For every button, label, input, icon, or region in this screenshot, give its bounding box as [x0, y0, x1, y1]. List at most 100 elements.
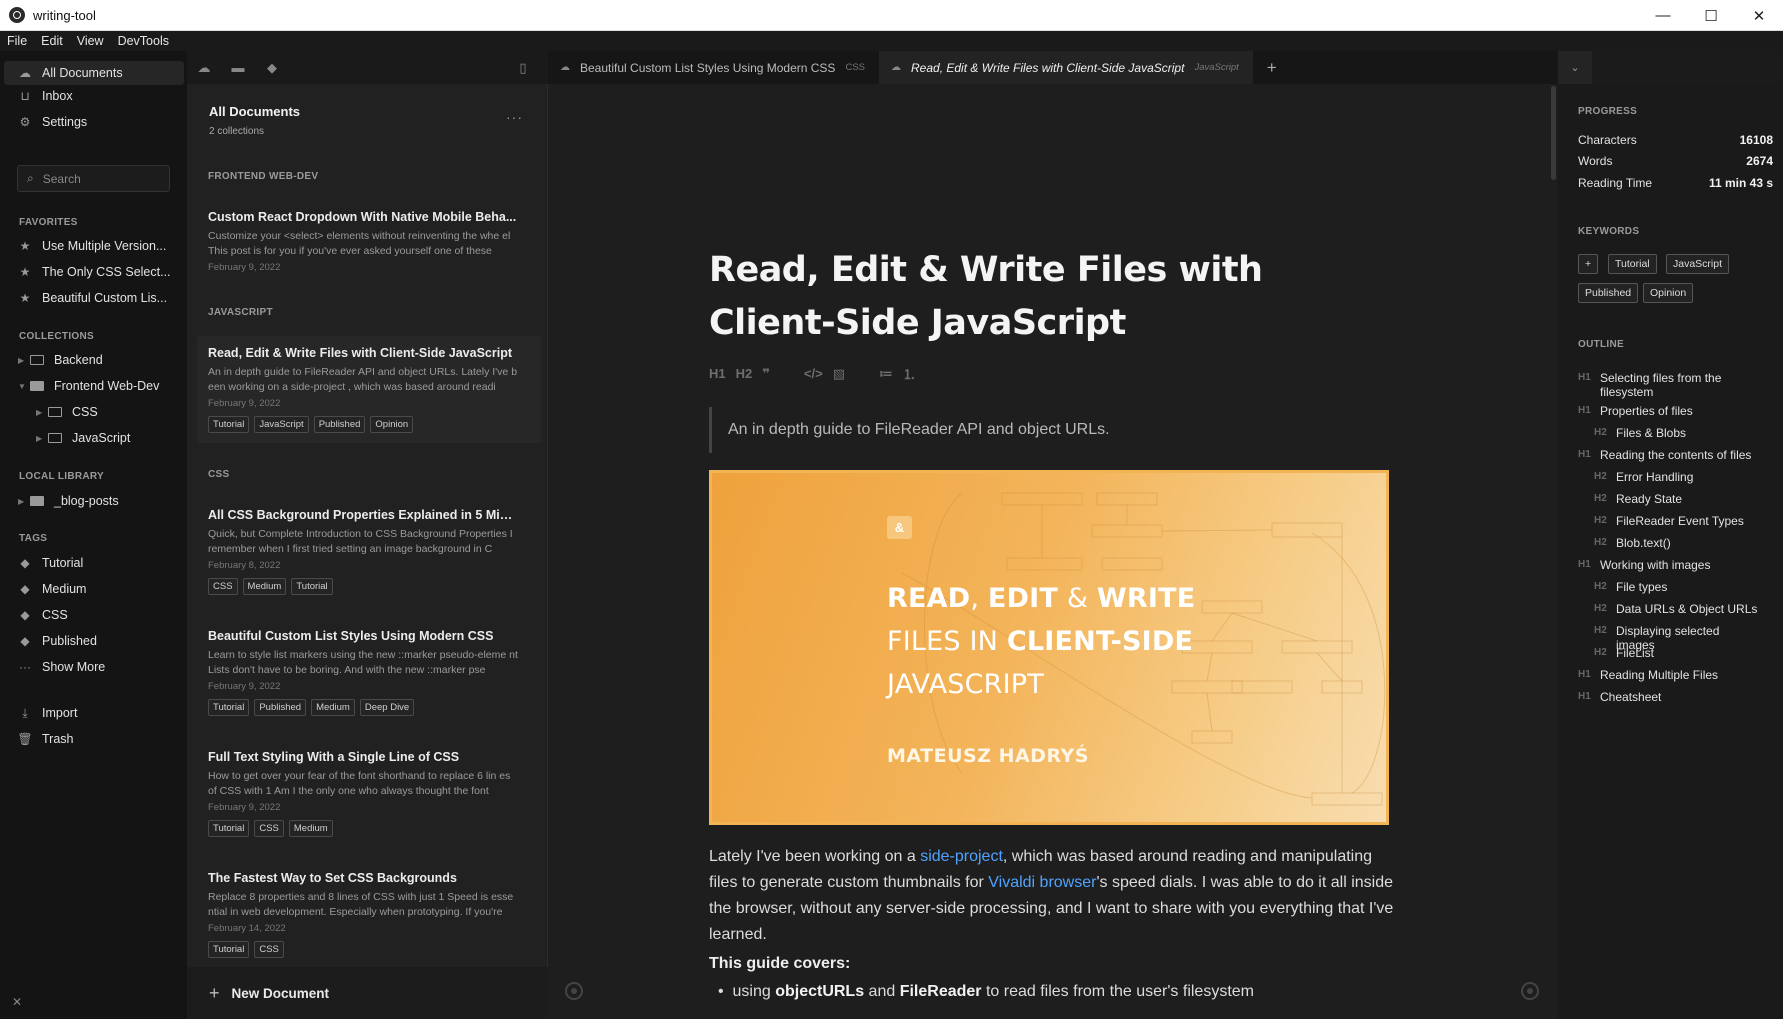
outline-item[interactable]: H2 FileList	[1594, 646, 1758, 660]
add-tab-button[interactable]: +	[1267, 58, 1277, 78]
collection-javascript[interactable]: ▶ JavaScript	[36, 428, 130, 448]
sidebar-item-inbox[interactable]: ⊔ Inbox	[18, 86, 72, 106]
import-button[interactable]: ⤓ Import	[18, 703, 77, 723]
sidebar-toggle-icon[interactable]: ▯	[506, 60, 540, 76]
code-icon[interactable]: </>	[804, 366, 823, 381]
keyword-chip[interactable]: Tutorial	[1608, 254, 1657, 274]
side-project-link[interactable]: side-project	[920, 848, 1003, 865]
tag-chip[interactable]: Medium	[288, 820, 333, 837]
outline-item[interactable]: H2 Data URLs & Object URLs	[1594, 602, 1758, 616]
tab-read-edit-write-files[interactable]: ☁ Read, Edit & Write Files with Client-S…	[879, 51, 1253, 84]
tag-chip[interactable]: CSS	[208, 578, 238, 595]
outline-item[interactable]: H1 Reading Multiple Files	[1578, 668, 1758, 682]
tag-chip[interactable]: Tutorial	[208, 820, 250, 837]
outline-item[interactable]: H1 Working with images	[1578, 558, 1758, 572]
tag-chip[interactable]: Published	[313, 416, 366, 433]
favorite-item[interactable]: ★ Use Multiple Version...	[18, 236, 167, 256]
document-card[interactable]: Custom React Dropdown With Native Mobile…	[197, 200, 541, 283]
maximize-button[interactable]: ☐	[1687, 0, 1735, 31]
keyword-chip[interactable]: Opinion	[1643, 283, 1694, 303]
more-options-icon[interactable]: ···	[506, 109, 523, 125]
document-card[interactable]: The Fastest Way to Set CSS Backgrounds R…	[197, 861, 541, 968]
sidebar-tag[interactable]: ◆ CSS	[18, 605, 67, 625]
search-input[interactable]	[42, 171, 153, 186]
tag-chip[interactable]: JavaScript	[254, 416, 309, 433]
blockquote[interactable]: An in depth guide to FileReader API and …	[709, 407, 1389, 453]
outline-item[interactable]: H2 File types	[1594, 580, 1758, 594]
keyword-chip[interactable]: Published	[1578, 283, 1639, 303]
list-item[interactable]: • using objectURLs and FileReader to rea…	[718, 983, 1254, 1001]
chevron-right-icon[interactable]: ▶	[18, 356, 30, 365]
image-icon[interactable]: ▧	[833, 366, 845, 382]
tag-chip[interactable]: Tutorial	[208, 941, 250, 958]
document-card[interactable]: Full Text Styling With a Single Line of …	[197, 740, 541, 847]
outline-item[interactable]: H2 Blob.text()	[1594, 536, 1758, 550]
quote-icon[interactable]: ❞	[762, 366, 770, 382]
tag-chip[interactable]: Medium	[311, 699, 355, 716]
tag-icon[interactable]: ◆	[255, 60, 289, 76]
new-document-button[interactable]: + New Document	[187, 967, 548, 1019]
sidebar-tag[interactable]: ◆ Medium	[18, 579, 86, 599]
focus-mode-button[interactable]	[565, 982, 583, 1000]
sidebar-item-all-documents[interactable]: ☁ All Documents	[4, 61, 184, 85]
show-more-button[interactable]: ··· Show More	[18, 657, 105, 677]
menu-devtools[interactable]: DevTools	[111, 31, 176, 51]
tag-chip[interactable]: Medium	[242, 578, 287, 595]
sidebar-tag[interactable]: ◆ Published	[18, 631, 97, 651]
local-folder-blog-posts[interactable]: ▶ _blog-posts	[18, 491, 119, 511]
outline-item[interactable]: H1 Cheatsheet	[1578, 690, 1758, 704]
outline-item[interactable]: H2 Ready State	[1594, 492, 1758, 506]
document-card[interactable]: Read, Edit & Write Files with Client-Sid…	[197, 336, 541, 443]
outline-item[interactable]: H2 FileReader Event Types	[1594, 514, 1758, 528]
editor[interactable]: Read, Edit & Write Files with Client-Sid…	[548, 84, 1558, 1019]
collection-css[interactable]: ▶ CSS	[36, 402, 98, 422]
tag-chip[interactable]: Tutorial	[208, 699, 250, 716]
tools-icon[interactable]: ✕	[0, 985, 34, 1019]
chevron-down-icon[interactable]: ▼	[18, 382, 30, 391]
outline-item[interactable]: H2 Files & Blobs	[1594, 426, 1758, 440]
status-indicator-button[interactable]	[1521, 982, 1539, 1000]
add-keyword-button[interactable]: +	[1578, 254, 1599, 274]
cloud-icon[interactable]: ☁	[187, 60, 221, 76]
vivaldi-browser-link[interactable]: Vivaldi browser	[988, 874, 1096, 891]
keyword-chip[interactable]: JavaScript	[1666, 254, 1730, 274]
menu-edit[interactable]: Edit	[34, 31, 70, 51]
tag-chip[interactable]: Tutorial	[208, 416, 250, 433]
menu-view[interactable]: View	[70, 31, 111, 51]
folder-icon[interactable]: ▬	[221, 60, 255, 75]
document-heading[interactable]: Read, Edit & Write Files with Client-Sid…	[709, 244, 1349, 350]
heading-1-icon[interactable]: H1	[709, 366, 726, 381]
outline-item[interactable]: H1 Selecting files from the filesystem	[1578, 371, 1758, 399]
bulleted-list-icon[interactable]: ≔	[879, 366, 893, 382]
tag-chip[interactable]: Deep Dive	[359, 699, 415, 716]
tab-beautiful-custom-list-styles[interactable]: ☁ Beautiful Custom List Styles Using Mod…	[548, 51, 879, 84]
document-card[interactable]: Beautiful Custom List Styles Using Moder…	[197, 619, 541, 726]
favorite-item[interactable]: ★ Beautiful Custom Lis...	[18, 288, 167, 308]
numbered-list-icon[interactable]: ⒈	[903, 364, 916, 383]
document-card[interactable]: All CSS Background Properties Explained …	[197, 498, 541, 605]
favorite-item[interactable]: ★ The Only CSS Select...	[18, 262, 171, 282]
tag-chip[interactable]: Published	[254, 699, 307, 716]
menu-file[interactable]: File	[0, 31, 34, 51]
guide-heading[interactable]: This guide covers:	[709, 955, 850, 973]
chevron-right-icon[interactable]: ▶	[36, 408, 48, 417]
sidebar-tag[interactable]: ◆ Tutorial	[18, 553, 83, 573]
collection-frontend-web-dev[interactable]: ▼ Frontend Web-Dev	[18, 376, 159, 396]
minimize-button[interactable]: —	[1639, 0, 1687, 31]
heading-2-icon[interactable]: H2	[736, 366, 753, 381]
paragraph[interactable]: Lately I've been working on a side-proje…	[709, 844, 1399, 948]
close-button[interactable]: ✕	[1735, 0, 1783, 31]
collection-backend[interactable]: ▶ Backend	[18, 350, 103, 370]
tag-chip[interactable]: Opinion	[370, 416, 414, 433]
sidebar-item-settings[interactable]: ⚙ Settings	[18, 112, 88, 132]
search-box[interactable]: ⌕	[17, 165, 170, 192]
tag-chip[interactable]: Tutorial	[291, 578, 333, 595]
tag-chip[interactable]: CSS	[254, 820, 284, 837]
chevron-right-icon[interactable]: ▶	[36, 434, 48, 443]
tag-chip[interactable]: CSS	[254, 941, 284, 958]
chevron-right-icon[interactable]: ▶	[18, 497, 30, 506]
outline-item[interactable]: H2 Error Handling	[1594, 470, 1758, 484]
scrollbar-thumb[interactable]	[1551, 86, 1556, 180]
outline-item[interactable]: H1 Properties of files	[1578, 404, 1758, 418]
chevron-down-icon[interactable]: ⌄	[1558, 51, 1592, 84]
